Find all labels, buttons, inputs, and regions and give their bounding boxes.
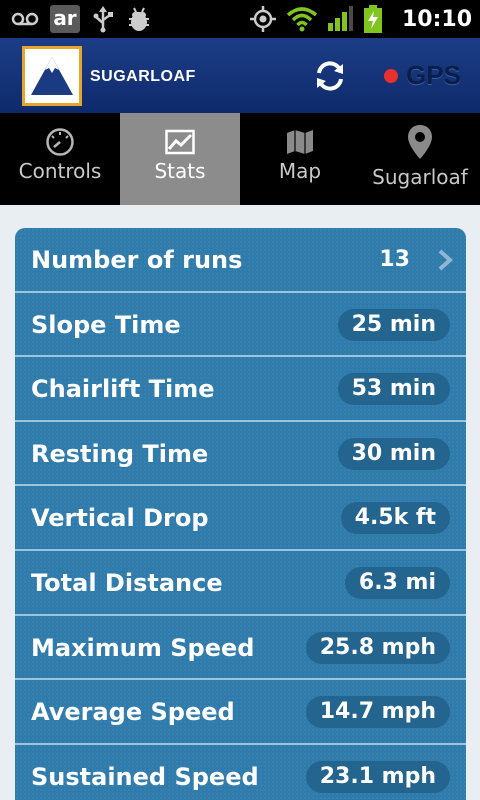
stat-row-sustained-speed: Sustained Speed 23.1 mph xyxy=(15,745,466,800)
stat-value: 23.1 mph xyxy=(305,760,450,793)
gps-indicator-dot xyxy=(384,68,398,83)
stat-row-maximum-speed: Maximum Speed 25.8 mph xyxy=(15,616,466,681)
stat-label: Slope Time xyxy=(31,310,181,339)
ar-app-icon: ar xyxy=(50,5,80,33)
tab-bar: Controls Stats Map Sugarloaf xyxy=(0,113,480,205)
stat-value: 13 xyxy=(379,247,410,272)
stat-label: Chairlift Time xyxy=(31,375,215,404)
sugarloaf-logo xyxy=(22,46,82,106)
stat-value: 14.7 mph xyxy=(305,696,450,729)
mountain-logo-icon xyxy=(31,57,73,95)
gps-status[interactable]: GPS xyxy=(384,60,461,91)
stat-label: Number of runs xyxy=(31,246,243,274)
location-pin-icon xyxy=(408,125,432,159)
stat-row-vertical-drop: Vertical Drop 4.5k ft xyxy=(15,486,466,551)
stats-panel: Number of runs 13 Slope Time 25 min Chai… xyxy=(15,228,466,800)
debug-icon xyxy=(129,7,149,31)
stat-label: Total Distance xyxy=(31,568,223,597)
chart-icon xyxy=(165,129,195,155)
gps-status-icon xyxy=(249,6,276,32)
app-header: SUGARLOAF GPS xyxy=(0,38,480,113)
tab-label: Stats xyxy=(154,159,206,183)
stat-row-slope-time: Slope Time 25 min xyxy=(15,293,466,358)
stat-label: Vertical Drop xyxy=(31,504,209,533)
stat-label: Resting Time xyxy=(31,439,209,468)
status-bar: ar 10:10 xyxy=(0,0,480,38)
stat-value: 30 min xyxy=(337,437,450,470)
stat-label: Average Speed xyxy=(31,698,235,727)
stat-row-resting-time: Resting Time 30 min xyxy=(15,422,466,487)
signal-icon xyxy=(327,6,353,31)
map-icon xyxy=(287,130,313,154)
tab-controls[interactable]: Controls xyxy=(0,113,120,205)
tab-label: Map xyxy=(278,159,322,183)
stat-label: Maximum Speed xyxy=(31,633,255,662)
gauge-icon xyxy=(46,128,74,156)
chevron-right-icon xyxy=(438,249,453,271)
tab-label: Sugarloaf xyxy=(372,165,468,189)
stat-value: 53 min xyxy=(337,373,450,406)
tab-stats[interactable]: Stats xyxy=(120,113,240,205)
stat-label: Sustained Speed xyxy=(31,762,259,791)
usb-icon xyxy=(93,6,113,33)
stat-value: 4.5k ft xyxy=(340,502,450,535)
refresh-icon[interactable] xyxy=(310,56,350,96)
gps-label: GPS xyxy=(406,60,461,90)
status-time: 10:10 xyxy=(401,6,472,32)
stat-value: 25 min xyxy=(337,308,450,341)
stat-row-number-of-runs[interactable]: Number of runs 13 xyxy=(15,228,466,293)
tab-map[interactable]: Map xyxy=(240,113,360,205)
tab-sugarloaf[interactable]: Sugarloaf xyxy=(360,113,480,205)
voicemail-icon xyxy=(11,12,39,26)
stat-row-average-speed: Average Speed 14.7 mph xyxy=(15,680,466,745)
stat-value: 25.8 mph xyxy=(305,631,450,664)
wifi-icon xyxy=(286,7,318,32)
tab-label: Controls xyxy=(18,159,102,183)
stat-value: 6.3 mi xyxy=(344,566,450,599)
logo-wordmark: SUGARLOAF xyxy=(90,68,196,85)
stat-row-total-distance: Total Distance 6.3 mi xyxy=(15,551,466,616)
battery-charging-icon xyxy=(363,5,382,33)
stat-row-chairlift-time: Chairlift Time 53 min xyxy=(15,357,466,422)
